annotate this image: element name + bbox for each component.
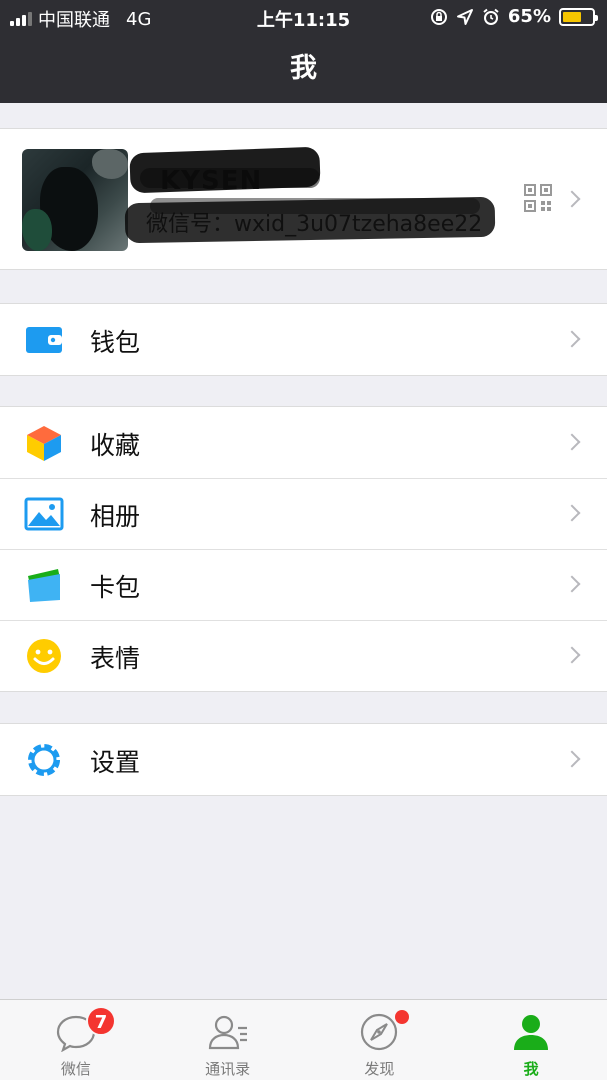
battery-percent: 65%	[507, 6, 551, 27]
rotation-lock-icon	[430, 8, 447, 25]
redaction-mark	[140, 168, 320, 188]
card-wallet-icon	[28, 569, 60, 602]
wallet-icon	[26, 327, 62, 353]
tab-label: 通讯录	[205, 1060, 251, 1078]
qr-code-icon[interactable]	[524, 184, 552, 212]
contacts-icon	[208, 1015, 247, 1050]
menu-item-settings[interactable]: 设置	[0, 724, 607, 795]
status-right: 65%	[430, 6, 598, 27]
menu-item-label: 收藏	[90, 431, 141, 460]
bottom-tab-bar: 7 微信 通讯录 发现 我	[0, 999, 607, 1080]
tab-me[interactable]: 我	[455, 1000, 607, 1080]
alarm-icon	[483, 8, 499, 25]
battery-icon	[559, 7, 598, 26]
smiley-face-icon	[27, 639, 61, 673]
top-bar: 中国联通 4G 上午11:15 65% 我	[0, 0, 607, 103]
menu-item-album[interactable]: 相册	[0, 478, 607, 549]
menu-item-label: 钱包	[90, 328, 141, 357]
menu-item-label: 表情	[90, 644, 141, 673]
menu-group-wallet: 钱包	[0, 303, 607, 376]
chevron-right-icon	[563, 575, 581, 593]
menu-item-cards[interactable]: 卡包	[0, 549, 607, 620]
tab-discover[interactable]: 发现	[304, 1000, 456, 1080]
tab-label: 微信	[60, 1060, 91, 1078]
person-icon	[514, 1015, 549, 1050]
new-dot-badge	[394, 1010, 409, 1024]
album-photo-icon	[24, 497, 64, 531]
menu-item-favorites[interactable]: 收藏	[0, 407, 607, 478]
menu-item-label: 卡包	[90, 573, 141, 602]
menu-item-label: 设置	[90, 748, 141, 777]
chevron-right-icon	[563, 504, 581, 522]
location-arrow-icon	[456, 8, 473, 25]
compass-icon	[361, 1013, 398, 1051]
tab-label: 我	[523, 1060, 539, 1078]
settings-gear-icon	[28, 744, 60, 776]
chevron-right-icon	[563, 750, 581, 768]
status-bar: 中国联通 4G 上午11:15 65%	[0, 0, 607, 34]
tab-label: 发现	[364, 1060, 395, 1078]
chevron-right-icon	[563, 646, 581, 664]
menu-item-stickers[interactable]: 表情	[0, 620, 607, 691]
redaction-mark	[150, 198, 480, 214]
tab-chats[interactable]: 7 微信	[0, 1000, 152, 1080]
unread-badge: 7	[86, 1006, 116, 1036]
favorites-cube-icon	[27, 426, 61, 461]
chevron-right-icon	[563, 330, 581, 348]
menu-item-wallet[interactable]: 钱包	[0, 304, 607, 375]
battery-fill	[563, 11, 582, 22]
avatar[interactable]	[22, 149, 128, 251]
menu-group-settings: 设置	[0, 723, 607, 796]
menu-item-label: 相册	[90, 502, 141, 531]
page-title: 我	[290, 53, 317, 84]
tab-contacts[interactable]: 通讯录	[152, 1000, 304, 1080]
chevron-right-icon	[563, 433, 581, 451]
menu-group-content: 收藏 相册 卡包 表情	[0, 406, 607, 692]
